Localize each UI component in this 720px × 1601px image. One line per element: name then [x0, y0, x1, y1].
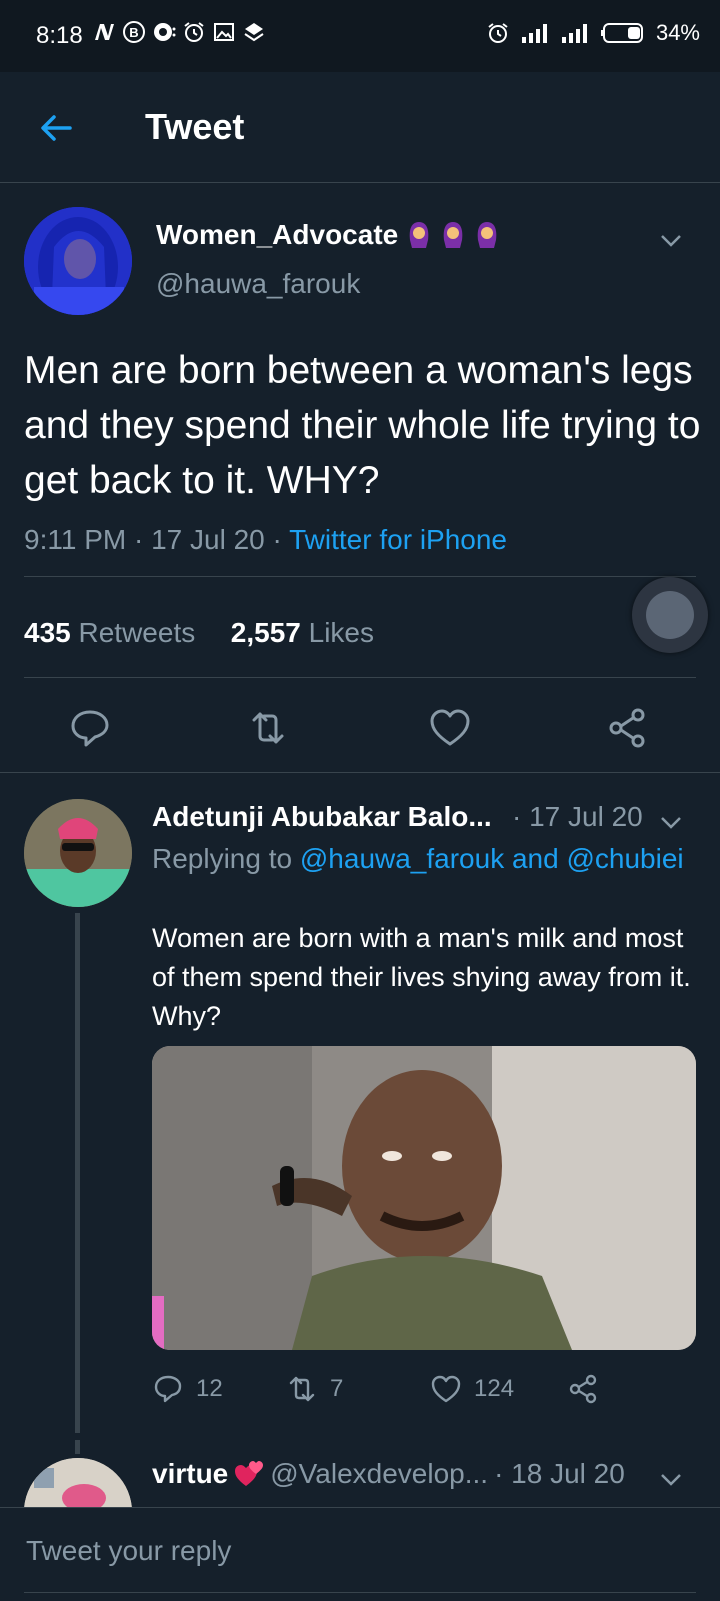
- chevron-down-icon[interactable]: [658, 227, 684, 253]
- image-icon: [214, 23, 234, 41]
- tweet-meta: 9:11 PM · 17 Jul 20 · Twitter for iPhone: [24, 524, 507, 556]
- alarm-icon: [488, 23, 508, 43]
- chevron-down-icon[interactable]: [658, 1466, 684, 1492]
- system-icons: 34%: [486, 20, 700, 46]
- tweet-source-link[interactable]: Twitter for iPhone: [289, 524, 507, 555]
- notification-icons: B: [92, 20, 266, 44]
- app-header: Tweet: [0, 72, 720, 183]
- reply-count: 12: [196, 1375, 223, 1402]
- reply-composer: [0, 1507, 720, 1601]
- chevron-down-icon[interactable]: [658, 809, 684, 835]
- retweet-button[interactable]: 7: [286, 1373, 343, 1405]
- reply-author-name[interactable]: Adetunji Abubakar Balo...: [152, 801, 492, 833]
- reply-icon: [154, 1375, 182, 1403]
- retweet-icon: [289, 1376, 315, 1402]
- avatar[interactable]: [24, 207, 132, 315]
- alarm-icon: [184, 22, 204, 42]
- reply-button[interactable]: 12: [152, 1373, 223, 1405]
- like-count: 124: [474, 1375, 515, 1402]
- reply-actions: 12 7 124: [152, 1373, 692, 1417]
- reply-date: · 17 Jul 20: [512, 801, 643, 832]
- divider: [24, 576, 696, 577]
- b-circle-icon: B: [123, 21, 145, 43]
- meta-separator: ·: [133, 524, 152, 555]
- share-icon: [569, 1374, 597, 1404]
- reply-author-handle[interactable]: @Valexdevelop...: [270, 1458, 488, 1490]
- retweet-icon[interactable]: [246, 706, 290, 750]
- replying-to: Replying to @hauwa_farouk and @chubiei: [152, 843, 684, 874]
- floating-action-bubble[interactable]: [632, 577, 708, 653]
- chat-bubble-icon: [154, 23, 176, 41]
- reply-input[interactable]: [24, 1528, 688, 1574]
- thread-line: [75, 913, 80, 1433]
- person-with-headscarf-emoji: [443, 222, 463, 248]
- status-time: 8:18: [36, 22, 83, 49]
- status-bar: 8:18 B 34%: [0, 0, 720, 72]
- person-with-headscarf-emoji: [409, 222, 429, 248]
- tweet-stats: 435 Retweets 2,557 Likes: [24, 617, 374, 649]
- reply-icon[interactable]: [68, 706, 112, 750]
- retweets-stat[interactable]: 435 Retweets: [24, 617, 195, 648]
- person-with-headscarf-emoji: [477, 222, 497, 248]
- divider: [0, 772, 720, 773]
- layers-icon: [244, 23, 264, 42]
- author-name[interactable]: Women_Advocate: [156, 219, 500, 251]
- tweet-actions: [0, 700, 720, 760]
- two-hearts-emoji: [235, 1461, 264, 1486]
- likes-stat[interactable]: 2,557 Likes: [231, 617, 374, 648]
- tweet-date: 17 Jul 20: [151, 524, 265, 555]
- battery-percent: 34%: [655, 20, 700, 45]
- reply-author-name[interactable]: virtue: [152, 1458, 228, 1490]
- tweet-text: Men are born between a woman's legs and …: [24, 349, 701, 502]
- meta-separator: ·: [272, 524, 290, 555]
- reply-date: · 18 Jul 20: [494, 1458, 625, 1489]
- page-title: Tweet: [145, 106, 245, 147]
- n-icon: [95, 24, 114, 40]
- reply-text: Women are born with a man's milk and mos…: [152, 923, 691, 1031]
- avatar[interactable]: [24, 799, 132, 907]
- signal-icon: [521, 24, 547, 43]
- svg-text:B: B: [129, 25, 138, 40]
- reply-tweet[interactable]: virtue @Valexdevelop... · 18 Jul 20: [0, 1440, 720, 1508]
- mention-link[interactable]: @hauwa_farouk and @chubiei: [300, 843, 684, 874]
- thread-line: [75, 1440, 80, 1454]
- author-handle[interactable]: @hauwa_farouk: [156, 268, 360, 300]
- divider: [24, 677, 696, 678]
- share-button[interactable]: [568, 1373, 600, 1405]
- retweet-count: 7: [330, 1375, 344, 1402]
- back-arrow-icon[interactable]: [36, 108, 76, 148]
- like-heart-icon[interactable]: [428, 706, 472, 750]
- signal-icon: [561, 24, 587, 43]
- like-heart-icon: [431, 1375, 461, 1403]
- battery-icon: [600, 23, 643, 43]
- like-button[interactable]: 124: [430, 1373, 514, 1405]
- reply-media-image[interactable]: [152, 1046, 696, 1350]
- avatar[interactable]: [24, 1458, 132, 1508]
- tweet-time: 9:11 PM: [24, 524, 127, 555]
- reply-header: virtue @Valexdevelop... · 18 Jul 20: [152, 1458, 625, 1490]
- input-underline: [24, 1592, 696, 1593]
- share-icon[interactable]: [606, 706, 650, 750]
